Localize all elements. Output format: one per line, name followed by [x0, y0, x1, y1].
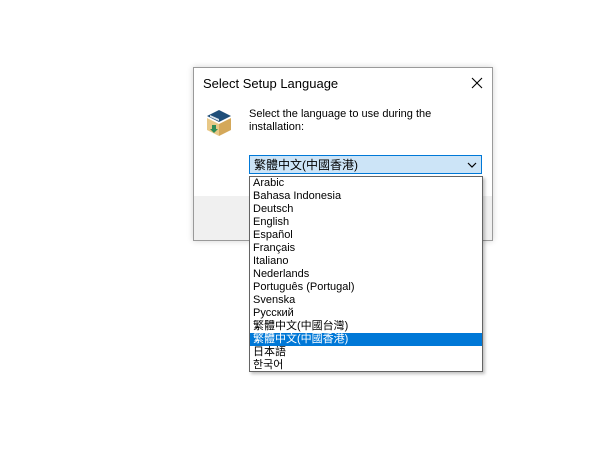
language-option-arabic[interactable]: Arabic — [250, 177, 482, 190]
language-dropdown-list: Arabic Bahasa Indonesia Deutsch English … — [249, 176, 483, 372]
language-option-svenska[interactable]: Svenska — [250, 294, 482, 307]
setup-package-icon — [207, 110, 231, 136]
language-option-espanol[interactable]: Español — [250, 229, 482, 242]
chevron-down-icon[interactable] — [467, 161, 477, 169]
close-button[interactable] — [462, 68, 492, 98]
language-option-nederlands[interactable]: Nederlands — [250, 268, 482, 281]
language-option-bahasa-indonesia[interactable]: Bahasa Indonesia — [250, 190, 482, 203]
language-option-traditional-chinese-hong-kong[interactable]: 繁體中文(中國香港) — [250, 333, 482, 346]
close-icon — [471, 77, 483, 89]
language-option-english[interactable]: English — [250, 216, 482, 229]
language-option-japanese[interactable]: 日本語 — [250, 346, 482, 359]
language-option-korean[interactable]: 한국어 — [250, 359, 482, 371]
language-option-russian[interactable]: Русский — [250, 307, 482, 320]
selected-language-value: 繁體中文(中國香港) — [254, 158, 358, 172]
language-option-deutsch[interactable]: Deutsch — [250, 203, 482, 216]
language-option-italiano[interactable]: Italiano — [250, 255, 482, 268]
language-option-traditional-chinese-taiwan[interactable]: 繁體中文(中國台灣) — [250, 320, 482, 333]
language-combobox[interactable]: 繁體中文(中國香港) — [249, 155, 482, 174]
language-option-francais[interactable]: Français — [250, 242, 482, 255]
language-option-portugues-portugal[interactable]: Português (Portugal) — [250, 281, 482, 294]
title-bar: Select Setup Language — [194, 68, 492, 98]
dialog-title: Select Setup Language — [203, 76, 339, 91]
prompt-text: Select the language to use during the in… — [249, 108, 432, 133]
